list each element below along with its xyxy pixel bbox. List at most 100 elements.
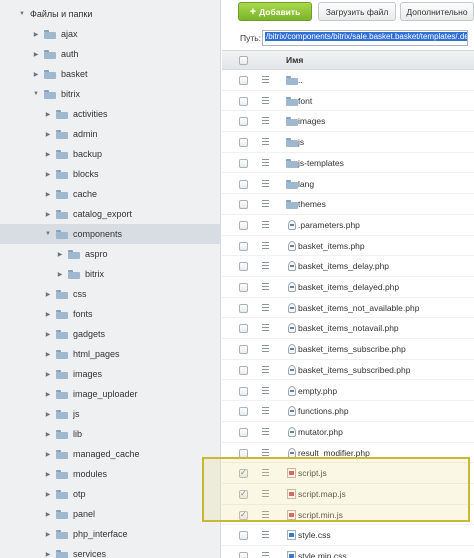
file-name[interactable]: .parameters.php [298, 220, 360, 230]
tree-item[interactable]: ▶ fonts [0, 304, 220, 324]
chevron-right-icon[interactable]: ▶ [44, 531, 52, 538]
file-name[interactable]: basket_items_delayed.php [298, 282, 399, 292]
file-name[interactable]: themes [298, 199, 326, 209]
file-row[interactable]: .parameters.php [222, 215, 474, 236]
row-menu-icon[interactable] [262, 345, 269, 353]
row-checkbox[interactable] [239, 489, 248, 499]
chevron-right-icon[interactable]: ▶ [56, 271, 64, 278]
row-checkbox[interactable] [239, 179, 248, 189]
chevron-right-icon[interactable]: ▶ [44, 111, 52, 118]
row-checkbox[interactable] [239, 510, 248, 520]
row-menu-icon[interactable] [262, 510, 269, 518]
row-checkbox[interactable] [239, 365, 248, 375]
file-name[interactable]: js [298, 137, 304, 147]
chevron-right-icon[interactable]: ▶ [44, 491, 52, 498]
file-row[interactable]: mutator.php [222, 422, 474, 443]
file-name[interactable]: font [298, 96, 312, 106]
file-name[interactable]: result_modifier.php [298, 448, 370, 458]
chevron-right-icon[interactable]: ▶ [44, 311, 52, 318]
file-row[interactable]: js-templates [222, 153, 474, 174]
file-name[interactable]: basket_items_subscribed.php [298, 365, 410, 375]
file-name[interactable]: functions.php [298, 406, 349, 416]
tree-item[interactable]: ▶ services [0, 544, 220, 558]
row-checkbox[interactable] [239, 117, 248, 127]
tree-item[interactable]: ▶ cache [0, 184, 220, 204]
chevron-right-icon[interactable]: ▶ [44, 511, 52, 518]
chevron-right-icon[interactable]: ▶ [44, 191, 52, 198]
row-checkbox[interactable] [239, 386, 248, 396]
row-checkbox[interactable] [239, 407, 248, 417]
row-checkbox[interactable] [239, 241, 248, 251]
file-row[interactable]: font [222, 91, 474, 112]
row-menu-icon[interactable] [262, 386, 269, 394]
chevron-right-icon[interactable]: ▶ [44, 471, 52, 478]
file-row[interactable]: script.min.js [222, 505, 474, 526]
tree-item[interactable]: ▼ bitrix [0, 84, 220, 104]
select-all-checkbox[interactable] [239, 56, 248, 65]
file-row[interactable]: images [222, 111, 474, 133]
file-row[interactable]: basket_items_delayed.php [222, 277, 474, 298]
file-row[interactable]: basket_items_not_available.php [222, 298, 474, 319]
row-menu-icon[interactable] [262, 531, 269, 539]
chevron-right-icon[interactable]: ▶ [44, 371, 52, 378]
row-menu-icon[interactable] [262, 241, 269, 249]
chevron-right-icon[interactable]: ▶ [44, 171, 52, 178]
file-row[interactable]: script.js [222, 463, 474, 484]
file-name[interactable]: mutator.php [298, 427, 343, 437]
row-checkbox[interactable] [239, 200, 248, 210]
file-name[interactable]: basket_items_delay.php [298, 261, 389, 271]
tree-item[interactable]: ▶ modules [0, 464, 220, 484]
tree-root[interactable]: ▼ Файлы и папки [0, 4, 220, 24]
file-row[interactable]: .. [222, 70, 474, 91]
tree-item[interactable]: ▶ js [0, 404, 220, 424]
tree-item[interactable]: ▶ managed_cache [0, 444, 220, 464]
row-checkbox[interactable] [239, 96, 248, 106]
row-checkbox[interactable] [239, 468, 248, 479]
row-checkbox[interactable] [239, 138, 248, 148]
tree-item[interactable]: ▶ catalog_export [0, 204, 220, 224]
file-row[interactable]: basket_items_subscribed.php [222, 360, 474, 381]
row-menu-icon[interactable] [262, 365, 269, 373]
file-row[interactable]: script.map.js [222, 484, 474, 505]
path-input[interactable]: /bitrix/components/bitrix/sale.basket.ba… [262, 30, 468, 46]
row-menu-icon[interactable] [262, 96, 269, 104]
file-name[interactable]: script.min.js [298, 510, 343, 520]
file-row[interactable]: basket_items_subscribe.php [222, 339, 474, 360]
row-checkbox[interactable] [239, 427, 248, 437]
file-row[interactable]: result_modifier.php [222, 443, 474, 464]
row-checkbox[interactable] [239, 283, 248, 292]
chevron-right-icon[interactable]: ▶ [44, 391, 52, 398]
tree-item[interactable]: ▶ otp [0, 484, 220, 504]
file-row[interactable]: functions.php [222, 401, 474, 422]
more-options-button[interactable]: Дополнительно [400, 2, 474, 21]
chevron-right-icon[interactable]: ▶ [44, 551, 52, 558]
tree-item[interactable]: ▶ html_pages [0, 344, 220, 364]
file-name[interactable]: basket_items_subscribe.php [298, 344, 406, 354]
chevron-right-icon[interactable]: ▶ [44, 211, 52, 218]
file-name[interactable]: style.min.css [298, 551, 347, 558]
row-menu-icon[interactable] [262, 158, 269, 166]
tree-item[interactable]: ▶ backup [0, 144, 220, 164]
chevron-right-icon[interactable]: ▶ [44, 331, 52, 338]
row-menu-icon[interactable] [262, 138, 269, 146]
file-name[interactable]: images [298, 116, 325, 126]
row-checkbox[interactable] [239, 552, 248, 558]
row-checkbox[interactable] [239, 324, 248, 334]
row-menu-icon[interactable] [262, 303, 269, 311]
column-header-name[interactable]: Имя [286, 55, 303, 65]
chevron-right-icon[interactable]: ▶ [44, 451, 52, 458]
tree-item[interactable]: ▶ css [0, 284, 220, 304]
file-row[interactable]: style.css [222, 525, 474, 547]
chevron-right-icon[interactable]: ▶ [44, 151, 52, 158]
row-menu-icon[interactable] [262, 490, 269, 497]
file-name[interactable]: lang [298, 179, 314, 189]
tree-item[interactable]: ▶ panel [0, 504, 220, 524]
chevron-right-icon[interactable]: ▶ [32, 71, 40, 78]
file-row[interactable]: lang [222, 174, 474, 195]
file-name[interactable]: .. [298, 75, 303, 85]
row-menu-icon[interactable] [262, 200, 269, 208]
chevron-down-icon[interactable]: ▼ [44, 231, 52, 237]
row-checkbox[interactable] [239, 303, 248, 313]
row-menu-icon[interactable] [262, 448, 269, 456]
file-row[interactable]: basket_items_delay.php [222, 256, 474, 277]
